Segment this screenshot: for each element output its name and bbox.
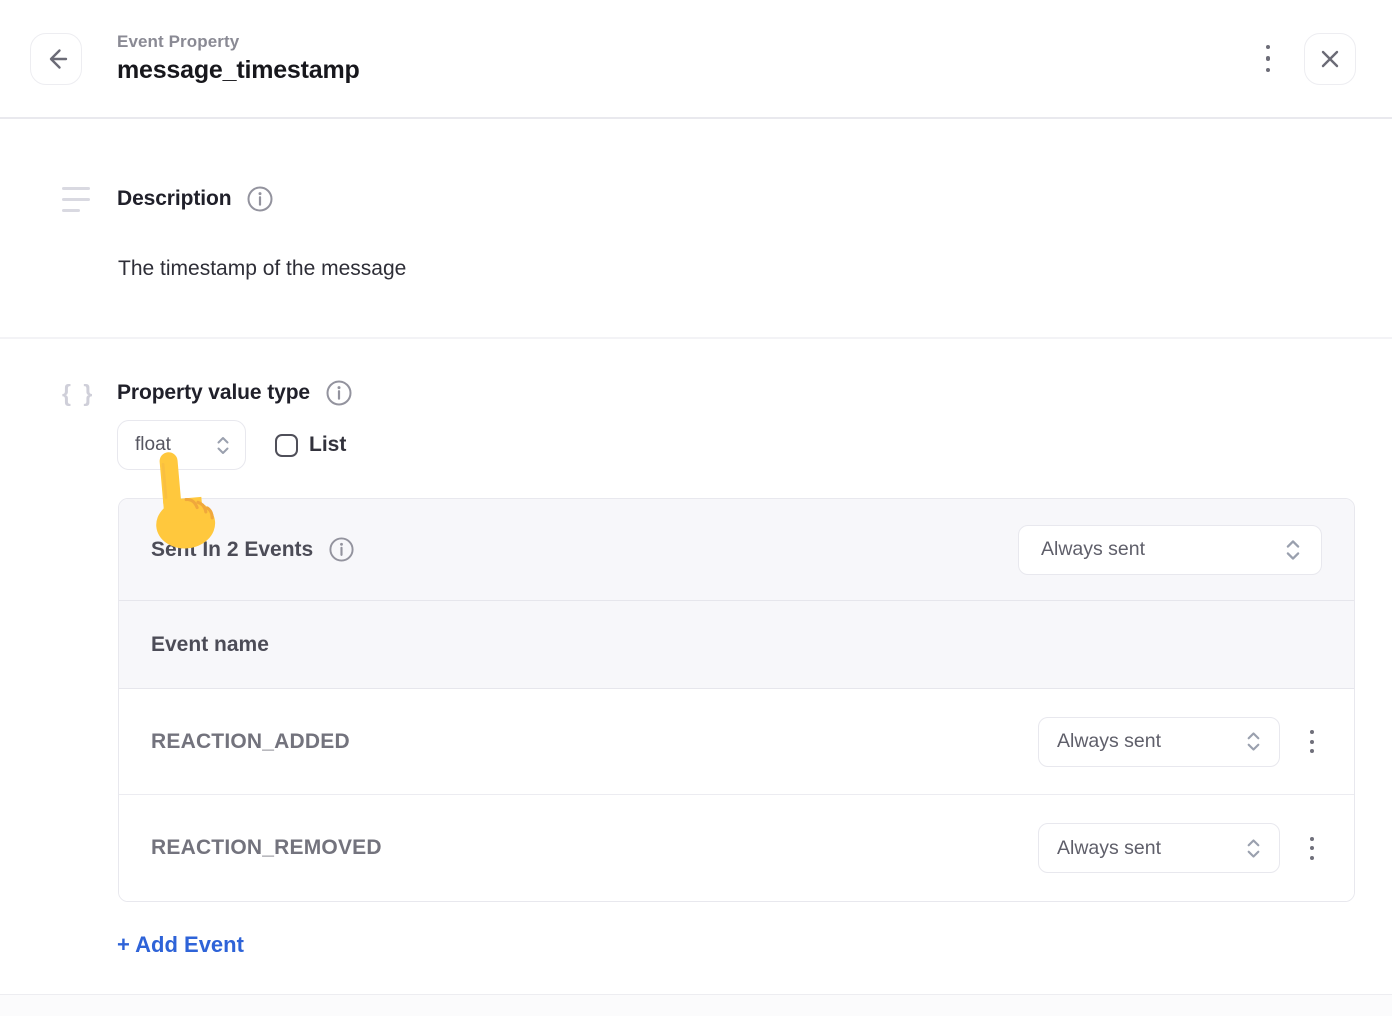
kebab-icon	[1266, 45, 1271, 73]
row-menu-button[interactable]	[1302, 825, 1322, 871]
kebab-icon	[1310, 730, 1314, 753]
type-controls-row: float List	[117, 420, 1392, 470]
back-button[interactable]	[30, 33, 82, 85]
list-checkbox[interactable]	[275, 434, 298, 457]
property-value-type-header: { } Property value type	[62, 379, 1392, 407]
list-checkbox-label: List	[309, 433, 346, 457]
event-name[interactable]: REACTION_REMOVED	[151, 836, 382, 860]
event-property-panel: Event Property message_timestamp Descrip…	[0, 0, 1392, 958]
property-value-type-label: Property value type	[117, 381, 310, 405]
close-icon	[1319, 48, 1341, 70]
add-event-button[interactable]: + Add Event	[117, 932, 244, 958]
event-name[interactable]: REACTION_ADDED	[151, 730, 350, 754]
back-arrow-icon	[43, 46, 69, 72]
chevron-updown-icon	[1285, 538, 1301, 562]
type-select[interactable]: float	[117, 420, 246, 470]
events-table-title: Sent In 2 Events	[151, 538, 313, 562]
kebab-icon	[1310, 837, 1314, 860]
table-row: REACTION_REMOVED Always sent	[119, 795, 1354, 901]
chevron-updown-icon	[216, 435, 230, 456]
chevron-updown-icon	[1246, 730, 1261, 753]
events-table: Sent In 2 Events Always sent Event name …	[118, 498, 1355, 902]
panel-header: Event Property message_timestamp	[0, 0, 1392, 119]
info-icon[interactable]	[246, 185, 274, 213]
description-label: Description	[117, 187, 231, 211]
description-lines-icon	[62, 183, 92, 216]
property-value-type-section: { } Property value type float List	[0, 379, 1392, 470]
row-menu-button[interactable]	[1302, 719, 1322, 765]
braces-icon: { }	[62, 380, 106, 407]
close-button[interactable]	[1304, 33, 1356, 85]
bottom-divider	[0, 994, 1392, 1016]
row-frequency-select[interactable]: Always sent	[1038, 717, 1280, 767]
row-frequency-select[interactable]: Always sent	[1038, 823, 1280, 873]
header-titles: Event Property message_timestamp	[117, 32, 360, 85]
page-title: message_timestamp	[117, 56, 360, 85]
global-frequency-value: Always sent	[1041, 538, 1145, 561]
description-value[interactable]: The timestamp of the message	[118, 257, 1392, 281]
info-icon[interactable]	[325, 379, 353, 407]
header-actions	[1256, 30, 1357, 88]
section-divider	[0, 337, 1392, 339]
global-frequency-select[interactable]: Always sent	[1018, 525, 1322, 575]
type-select-value: float	[135, 434, 171, 456]
description-section: Description The timestamp of the message	[0, 185, 1392, 281]
events-table-header: Sent In 2 Events Always sent	[119, 499, 1354, 601]
overflow-menu-button[interactable]	[1256, 30, 1281, 88]
table-row: REACTION_ADDED Always sent	[119, 689, 1354, 795]
row-frequency-value: Always sent	[1057, 837, 1161, 860]
row-frequency-value: Always sent	[1057, 730, 1161, 753]
info-icon[interactable]	[328, 536, 355, 563]
chevron-updown-icon	[1246, 837, 1261, 860]
description-header: Description	[62, 185, 1392, 213]
event-name-column-header: Event name	[119, 601, 1354, 689]
panel-eyebrow: Event Property	[117, 32, 360, 52]
